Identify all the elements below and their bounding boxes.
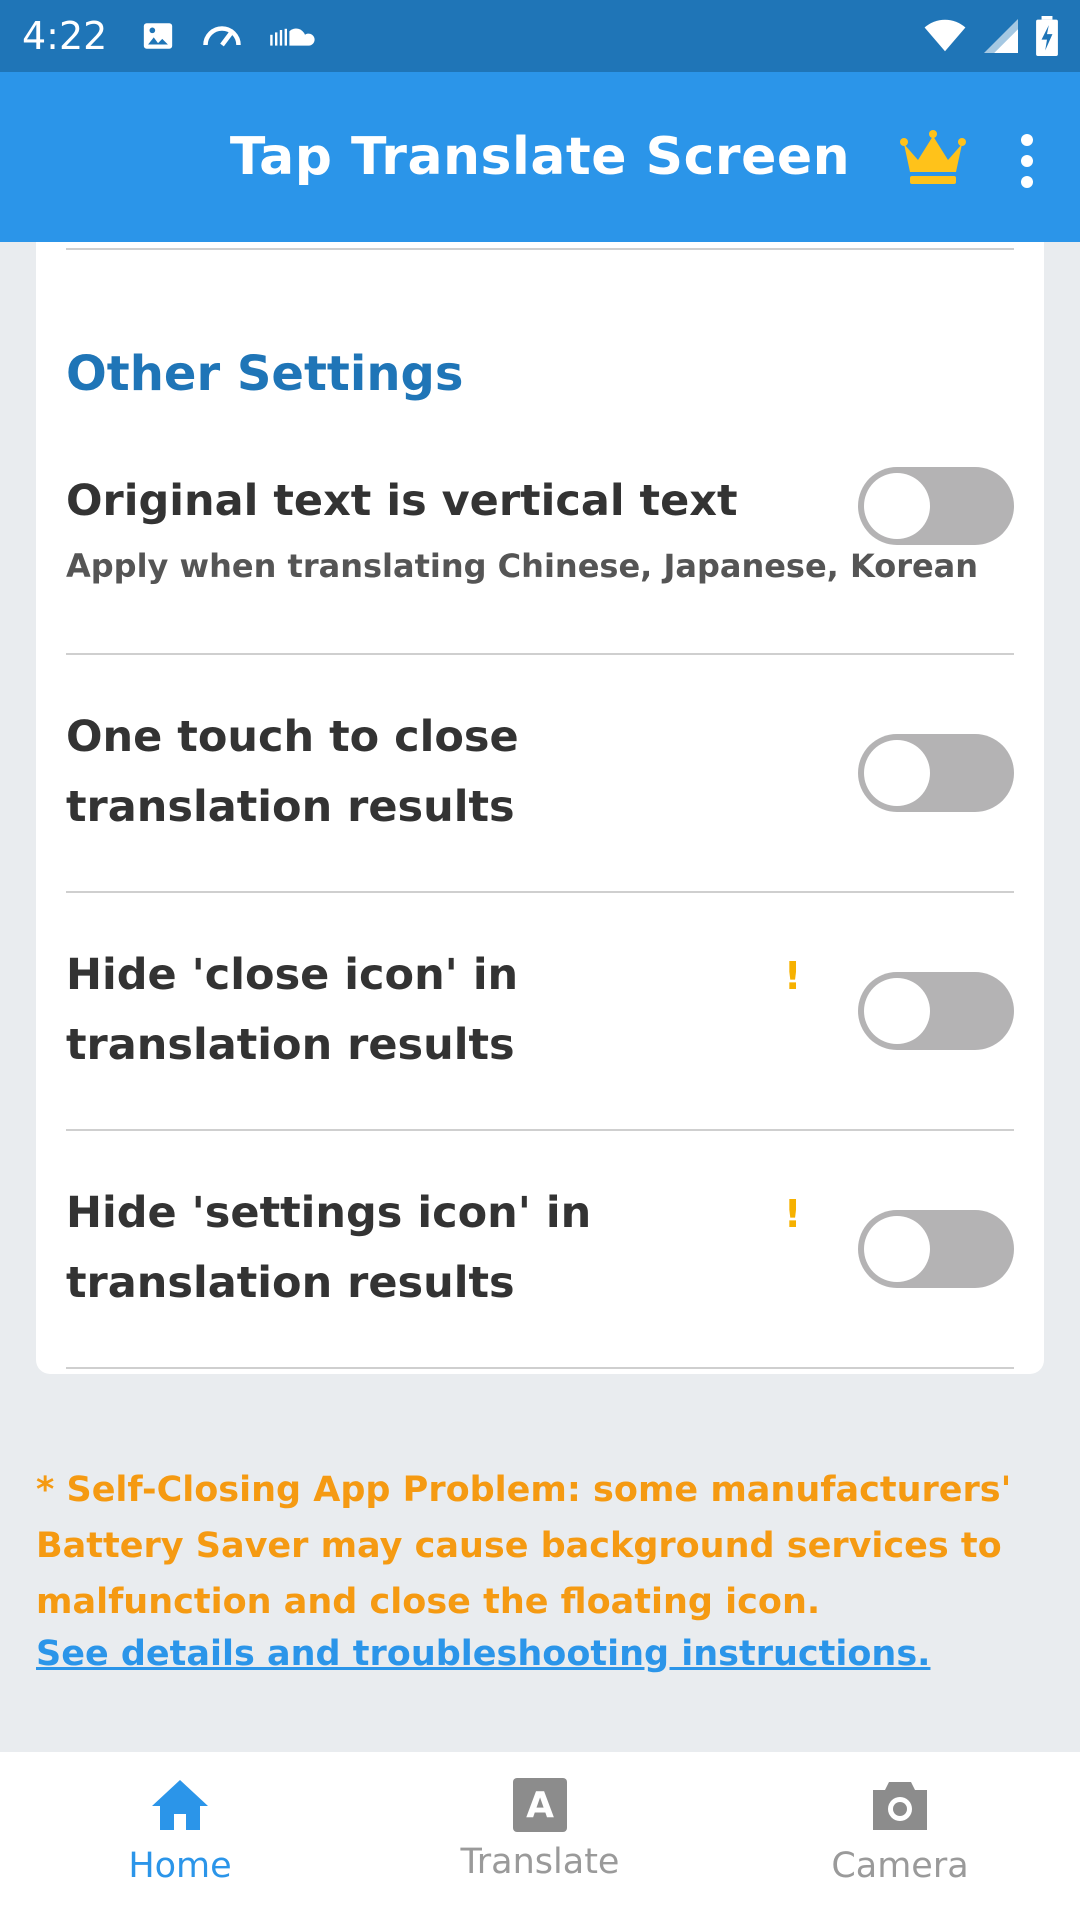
troubleshooting-link[interactable]: See details and troubleshooting instruct… bbox=[36, 1634, 930, 1674]
setting-title: Hide 'settings icon' in translation resu… bbox=[66, 1188, 592, 1308]
hide-close-icon-toggle[interactable] bbox=[858, 972, 1014, 1050]
nav-label: Home bbox=[128, 1846, 232, 1886]
divider bbox=[66, 891, 1014, 893]
translate-icon: A bbox=[513, 1778, 567, 1832]
bottom-nav: Home A Translate Camera bbox=[0, 1752, 1080, 1920]
more-options-icon[interactable] bbox=[1010, 134, 1044, 188]
status-bar: 4:22 bbox=[0, 0, 1080, 72]
settings-card: Other Settings Original text is vertical… bbox=[36, 242, 1044, 1374]
status-time: 4:22 bbox=[22, 14, 108, 58]
divider bbox=[66, 653, 1014, 655]
nav-home[interactable]: Home bbox=[0, 1752, 360, 1920]
app-bar: Tap Translate Screen bbox=[0, 72, 1080, 242]
warning-icon[interactable]: ! bbox=[784, 1192, 801, 1236]
setting-title: Hide 'close icon' in translation results bbox=[66, 950, 519, 1070]
crown-icon[interactable] bbox=[900, 128, 966, 190]
battery-saver-notice: * Self-Closing App Problem: some manufac… bbox=[36, 1470, 1012, 1622]
home-icon bbox=[150, 1778, 210, 1836]
one-touch-close-toggle[interactable] bbox=[858, 734, 1014, 812]
cellular-signal-icon bbox=[984, 19, 1018, 53]
nav-label: Translate bbox=[460, 1842, 620, 1882]
nav-translate[interactable]: A Translate bbox=[360, 1752, 720, 1920]
divider bbox=[66, 248, 1014, 250]
divider bbox=[66, 1129, 1014, 1131]
image-icon bbox=[141, 19, 175, 53]
soundcloud-icon bbox=[269, 24, 317, 48]
battery-charging-icon bbox=[1036, 16, 1058, 56]
speedometer-icon bbox=[201, 21, 243, 51]
divider bbox=[66, 1367, 1014, 1369]
hide-settings-icon-toggle[interactable] bbox=[858, 1210, 1014, 1288]
section-title: Other Settings bbox=[66, 346, 464, 402]
setting-title: One touch to close translation results bbox=[66, 712, 519, 832]
warning-icon[interactable]: ! bbox=[784, 954, 801, 998]
nav-label: Camera bbox=[831, 1846, 969, 1886]
setting-subtitle: Apply when translating Chinese, Japanese… bbox=[66, 547, 979, 585]
vertical-text-toggle[interactable] bbox=[858, 467, 1014, 545]
setting-title: Original text is vertical text bbox=[66, 476, 738, 526]
nav-camera[interactable]: Camera bbox=[720, 1752, 1080, 1920]
wifi-icon bbox=[924, 19, 966, 53]
camera-icon bbox=[869, 1778, 931, 1836]
